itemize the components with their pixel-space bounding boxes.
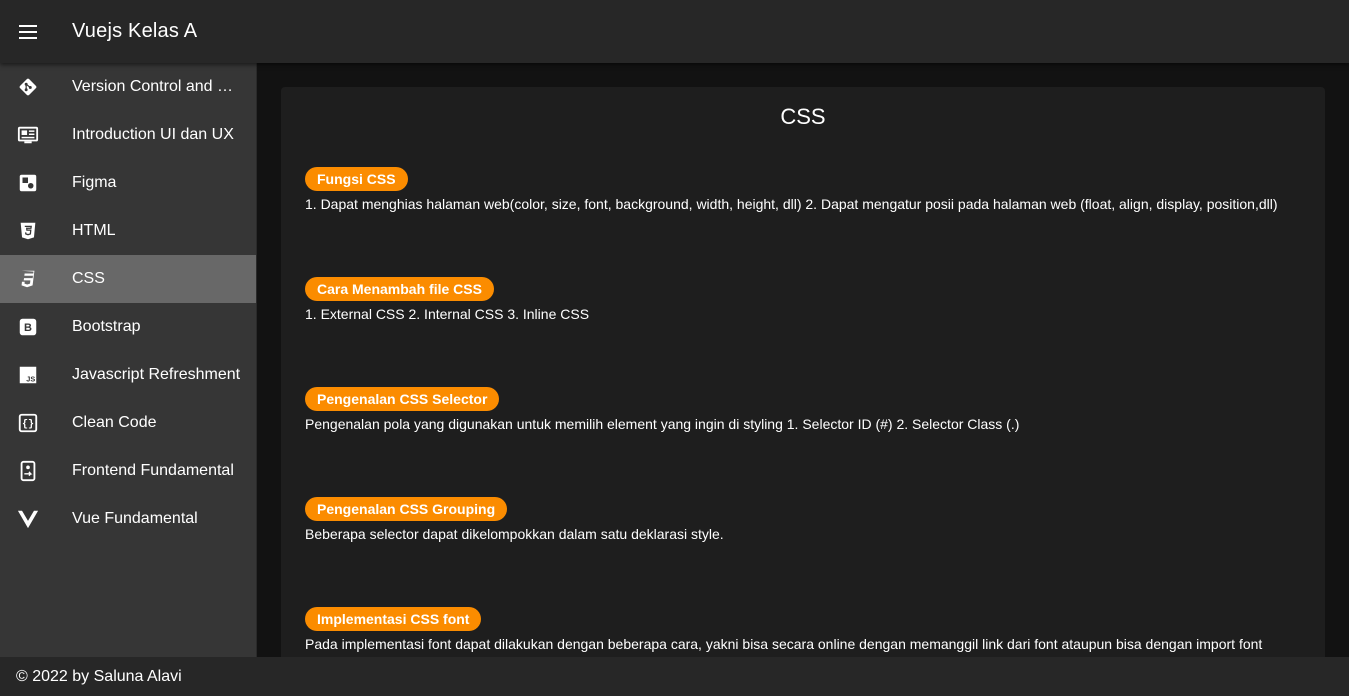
svg-text:B: B bbox=[24, 322, 32, 334]
section-fungsi-css: Fungsi CSS 1. Dapat menghias halaman web… bbox=[305, 167, 1295, 215]
sidebar-item-html[interactable]: HTML bbox=[0, 207, 256, 255]
app-title: Vuejs Kelas A bbox=[72, 20, 198, 42]
svg-text:{}: {} bbox=[22, 419, 34, 431]
content-card: CSS Fungsi CSS 1. Dapat menghias halaman… bbox=[281, 87, 1325, 657]
sidebar-item-vue-fundamental[interactable]: Vue Fundamental bbox=[0, 495, 256, 543]
sidebar-item-label: Clean Code bbox=[72, 414, 157, 431]
javascript-icon: JS bbox=[16, 363, 40, 387]
css3-icon bbox=[16, 267, 40, 291]
sidebar-item-bootstrap[interactable]: B Bootstrap bbox=[0, 303, 256, 351]
menu-icon[interactable] bbox=[16, 20, 40, 44]
page-title: CSS bbox=[780, 104, 826, 129]
cellphone-arrow-icon bbox=[16, 459, 40, 483]
section-chip[interactable]: Cara Menambah file CSS bbox=[305, 277, 494, 301]
sidebar-item-label: Version Control and Branching bbox=[72, 78, 242, 95]
footer-copyright: © 2022 by Saluna Alavi bbox=[16, 667, 182, 685]
bootstrap-icon: B bbox=[16, 315, 40, 339]
sidebar-item-label: Figma bbox=[72, 174, 117, 191]
sidebar-item-label: Bootstrap bbox=[72, 318, 141, 335]
git-icon bbox=[16, 75, 40, 99]
section-text: Pengenalan pola yang digunakan untuk mem… bbox=[305, 416, 1020, 432]
sidebar-item-label: HTML bbox=[72, 222, 116, 239]
section-css-font: Implementasi CSS font Pada implementasi … bbox=[305, 607, 1295, 655]
section-css-selector: Pengenalan CSS Selector Pengenalan pola … bbox=[305, 387, 1295, 435]
section-text: 1. External CSS 2. Internal CSS 3. Inlin… bbox=[305, 306, 590, 322]
newspaper-icon bbox=[16, 123, 40, 147]
sidebar-item-javascript[interactable]: JS Javascript Refreshment bbox=[0, 351, 256, 399]
sidebar-item-clean-code[interactable]: {} Clean Code bbox=[0, 399, 256, 447]
section-cara-menambah: Cara Menambah file CSS 1. External CSS 2… bbox=[305, 277, 1295, 325]
section-chip[interactable]: Implementasi CSS font bbox=[305, 607, 482, 631]
app-bar: Vuejs Kelas A bbox=[0, 0, 1349, 63]
sidebar-item-label: Frontend Fundamental bbox=[72, 462, 234, 479]
footer: © 2022 by Saluna Alavi bbox=[0, 657, 1349, 696]
sidebar-item-label: Javascript Refreshment bbox=[72, 366, 241, 383]
section-chip[interactable]: Pengenalan CSS Grouping bbox=[305, 497, 508, 521]
navigation-drawer: Version Control and Branching Introducti… bbox=[0, 63, 257, 657]
sidebar-item-version-control[interactable]: Version Control and Branching bbox=[0, 63, 256, 111]
section-text: 1. Dapat menghias halaman web(color, siz… bbox=[305, 196, 1278, 212]
section-chip[interactable]: Pengenalan CSS Selector bbox=[305, 387, 500, 411]
sidebar-item-label: CSS bbox=[72, 270, 105, 287]
section-css-grouping: Pengenalan CSS Grouping Beberapa selecto… bbox=[305, 497, 1295, 545]
sidebar-item-frontend-fundamental[interactable]: Frontend Fundamental bbox=[0, 447, 256, 495]
section-text: Beberapa selector dapat dikelompokkan da… bbox=[305, 526, 724, 542]
vuejs-icon bbox=[16, 507, 40, 531]
sidebar-item-label: Introduction UI dan UX bbox=[72, 126, 234, 143]
sidebar-item-label: Vue Fundamental bbox=[72, 510, 198, 527]
figma-icon bbox=[16, 171, 40, 195]
sidebar-item-figma[interactable]: Figma bbox=[0, 159, 256, 207]
section-text: Pada implementasi font dapat dilakukan d… bbox=[305, 636, 1263, 652]
code-braces-icon: {} bbox=[16, 411, 40, 435]
html5-icon bbox=[16, 219, 40, 243]
svg-text:JS: JS bbox=[26, 374, 35, 383]
sidebar-item-css[interactable]: CSS bbox=[0, 255, 256, 303]
section-chip[interactable]: Fungsi CSS bbox=[305, 167, 408, 191]
sidebar-item-ui-ux[interactable]: Introduction UI dan UX bbox=[0, 111, 256, 159]
main-content: CSS Fungsi CSS 1. Dapat menghias halaman… bbox=[257, 63, 1349, 657]
